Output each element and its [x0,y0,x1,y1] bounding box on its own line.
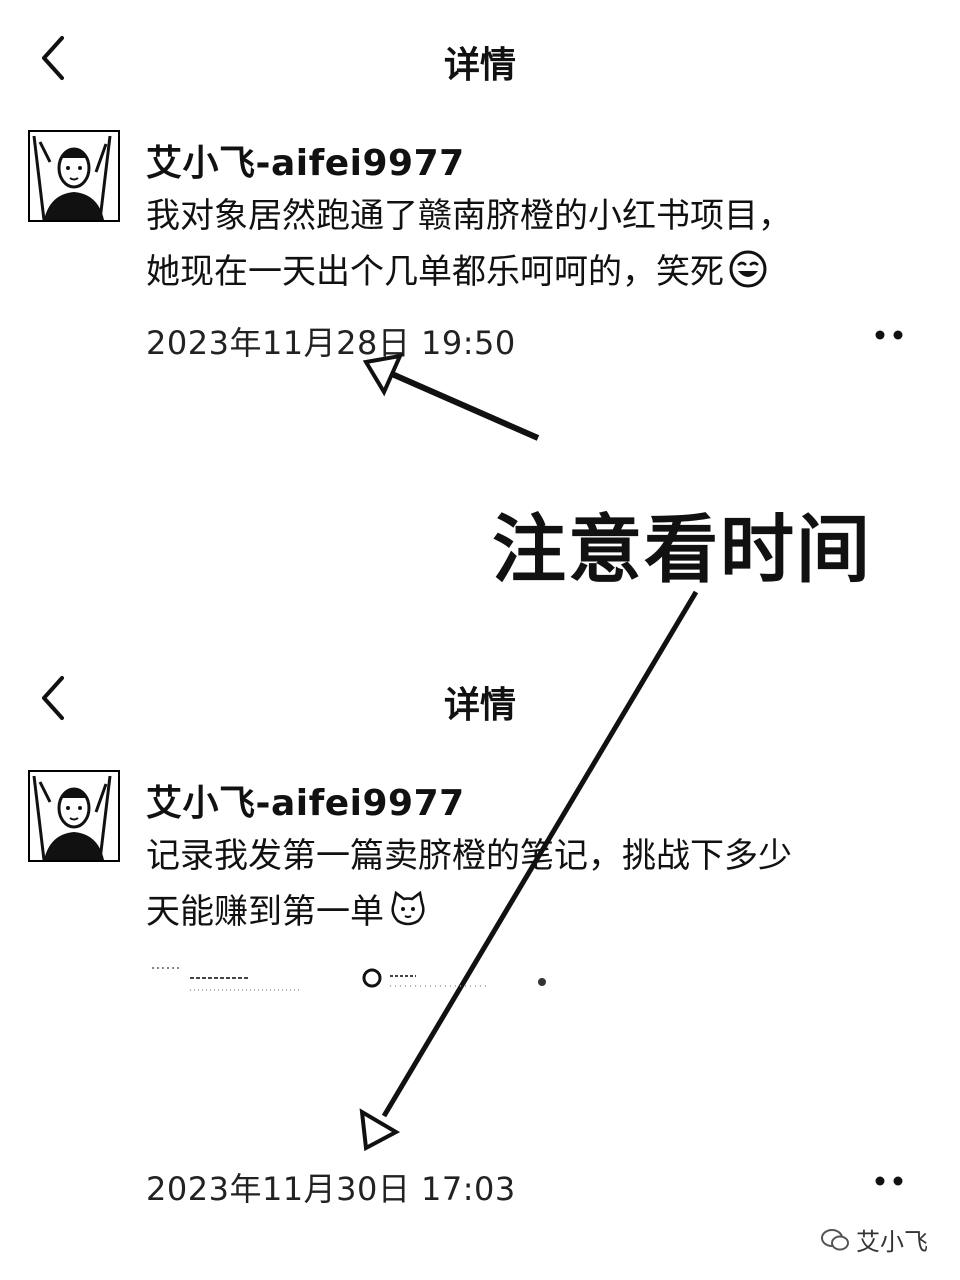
post-timestamp: 2023年11月28日 19:50 [146,324,516,362]
avatar[interactable] [28,770,120,862]
more-options-button[interactable] [872,1168,908,1198]
chevron-left-icon [42,676,64,720]
attachment-preview[interactable] [150,962,570,1002]
username[interactable]: 艾小飞-aifei9977 [146,774,465,826]
post-content-line: 我对象居然跑通了赣南脐橙的小红书项目， [146,196,792,236]
post-content: 我对象居然跑通了赣南脐橙的小红书项目， 她现在一天出个几单都乐呵呵的，笑死 [146,188,906,300]
post-timestamp: 2023年11月30日 17:03 [146,1170,516,1208]
wechat-icon [821,1228,849,1250]
back-button[interactable] [32,668,72,728]
avatar[interactable] [28,130,120,222]
page-title: 详情 [443,45,516,86]
laughing-face-icon [729,250,767,288]
more-dots-icon [875,1176,903,1186]
post-content: 记录我发第一篇卖脐橙的笔记，挑战下多少 天能赚到第一单 [146,828,906,940]
arrow-to-first-timestamp-icon [362,353,540,441]
username[interactable]: 艾小飞-aifei9977 [146,134,465,186]
page-title: 详情 [443,685,516,726]
watermark-text: 艾小飞 [856,1228,928,1256]
user-portrait-icon [30,132,118,220]
more-options-button[interactable] [872,322,908,352]
post-content-line: 她现在一天出个几单都乐呵呵的，笑死 [146,244,906,300]
watermark: 艾小飞 [820,1222,928,1257]
annotation-label: 注意看时间 [492,507,872,593]
back-button[interactable] [32,28,72,88]
image-preview-strip-icon [152,967,546,991]
post-content-line: 天能赚到第一单 [146,884,906,940]
post-content-line: 记录我发第一篇卖脐橙的笔记，挑战下多少 [146,836,792,876]
user-portrait-icon [30,772,118,860]
more-dots-icon [875,330,903,340]
cat-face-icon [391,890,425,926]
chevron-left-icon [42,36,64,80]
